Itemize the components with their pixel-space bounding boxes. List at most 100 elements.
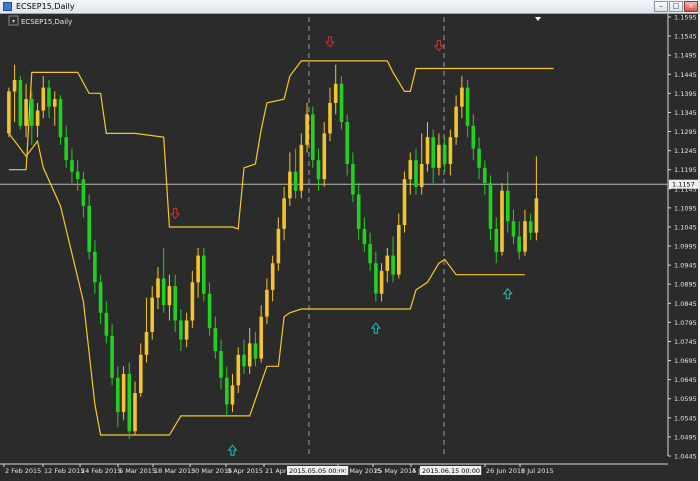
candle-body <box>316 160 321 180</box>
candle-body <box>253 343 258 359</box>
chart-symbol-label: ECSEP15,Daily <box>21 18 72 26</box>
maximize-button[interactable]: □ <box>669 1 683 12</box>
candle-body <box>351 164 355 195</box>
candle-body <box>379 270 384 294</box>
candle-body <box>53 99 57 107</box>
candle-body <box>110 335 114 378</box>
window-title: ECSEP15,Daily <box>16 2 75 11</box>
candle-body <box>460 87 464 107</box>
candle-body <box>362 228 367 245</box>
candle-body <box>471 125 476 149</box>
price-tick-label: 1.0695 <box>674 357 697 365</box>
time-tick-label: 2 Feb 2015 <box>5 467 41 475</box>
candle-body <box>339 83 344 122</box>
time-tick-label: 2015.06.15 00:00 <box>422 467 480 475</box>
candle-body <box>98 282 103 313</box>
time-tick-label: 26 Jun 2015 <box>486 467 525 475</box>
candle-body <box>483 167 487 184</box>
candle-body <box>391 255 395 275</box>
window-titlebar[interactable]: ECSEP15,Daily – □ × <box>0 0 700 14</box>
candle-body <box>167 286 172 306</box>
candle-body <box>219 351 223 378</box>
candle-body <box>448 137 453 164</box>
candle-body <box>35 110 40 126</box>
chart-background <box>0 14 700 481</box>
candle-body <box>24 99 28 126</box>
price-tick-label: 1.0845 <box>674 300 697 308</box>
candle-body <box>196 255 200 283</box>
candle-body <box>41 87 46 111</box>
price-tick-label: 1.1045 <box>674 223 697 231</box>
candle-body <box>488 183 493 229</box>
candle-body <box>288 171 292 199</box>
time-tick-label: 8 Jul 2015 <box>521 467 554 475</box>
candle-body <box>465 87 470 126</box>
candle-body <box>190 282 195 321</box>
candle-body <box>397 225 401 275</box>
chart-window-icon <box>3 2 12 11</box>
candle-body <box>225 377 229 405</box>
candle-body <box>425 137 430 164</box>
price-tick-label: 1.1545 <box>674 33 697 41</box>
candle-body <box>213 328 218 351</box>
price-tick-label: 1.0445 <box>674 453 697 461</box>
price-tick-label: 1.1595 <box>674 14 697 22</box>
price-tick-label: 1.1195 <box>674 166 697 174</box>
price-chart[interactable]: 1.1595 1.1545 1.1495 1.1445 1.1395 1.1345 1.12… <box>0 14 700 481</box>
time-tick-label: 9 Apr 2015 <box>227 467 263 475</box>
candle-body <box>161 278 166 306</box>
candle-body <box>299 144 304 191</box>
candle-body <box>7 91 11 134</box>
candle-body <box>431 137 435 168</box>
candle-body <box>259 316 263 359</box>
candle-body <box>202 255 206 294</box>
price-tick-label: 1.1495 <box>674 52 697 60</box>
minimize-button[interactable]: – <box>654 1 668 12</box>
price-tick-label: 1.1345 <box>674 109 697 117</box>
candle-body <box>414 160 418 187</box>
candle-body <box>270 263 275 290</box>
candle-body <box>311 114 315 161</box>
close-button[interactable]: × <box>684 1 698 12</box>
candle-body <box>408 160 413 180</box>
candle-body <box>523 221 527 252</box>
price-tick-label: 1.1395 <box>674 90 697 98</box>
price-tick-label: 1.1445 <box>674 71 697 79</box>
time-tick-label: 24 Feb 2015 <box>81 467 121 475</box>
price-tick-label: 1.0895 <box>674 281 697 289</box>
candle-body <box>402 179 407 225</box>
candle-body <box>276 228 281 264</box>
price-tick-label: 1.1295 <box>674 128 697 136</box>
candle-body <box>116 377 120 413</box>
time-tick-label: 18 Mar 2015 <box>154 467 195 475</box>
candle-body <box>494 228 499 252</box>
time-tick-label: 12 Feb 2015 <box>44 467 84 475</box>
candle-body <box>374 263 378 294</box>
candle-body <box>534 198 539 233</box>
candle-body <box>419 164 424 187</box>
candle-body <box>368 244 372 264</box>
candle-body <box>75 171 80 180</box>
candle-body <box>500 190 504 252</box>
candle-body <box>47 87 51 107</box>
price-tick-label: 1.0595 <box>674 395 697 403</box>
candle-body <box>156 278 160 298</box>
candle-body <box>64 137 68 161</box>
candle-body <box>305 114 309 145</box>
time-tick-label: 6 Mar 2015 <box>119 467 156 475</box>
candle-body <box>247 343 252 367</box>
candle-body <box>184 320 189 340</box>
candle-body <box>437 144 441 168</box>
price-tick-label: 1.0745 <box>674 338 697 346</box>
candle-body <box>173 286 177 321</box>
candle-body <box>333 83 338 103</box>
candle-body <box>328 102 332 134</box>
price-tick-label: 1.0545 <box>674 414 697 422</box>
candle-body <box>517 236 521 252</box>
candle-body <box>265 289 269 317</box>
candle-body <box>70 160 74 172</box>
candle-body <box>207 293 212 329</box>
price-tick-label: 1.0995 <box>674 243 697 251</box>
candle-body <box>104 312 109 336</box>
candle-body <box>282 198 286 229</box>
